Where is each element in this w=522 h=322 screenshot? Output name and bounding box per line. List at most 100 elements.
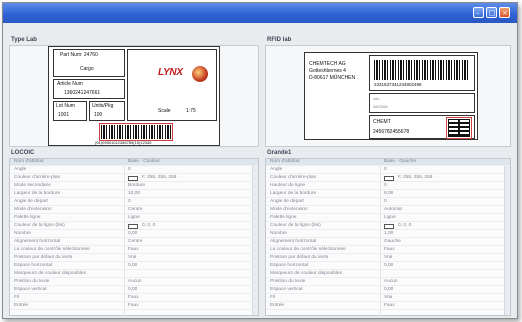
property-value[interactable]: Vrai	[384, 295, 392, 300]
color-swatch[interactable]	[128, 176, 138, 181]
property-row[interactable]: Nombre 1,00	[266, 231, 510, 238]
property-row[interactable]: Hauteur de ligne 0	[266, 183, 510, 190]
property-value[interactable]: 8,00	[384, 191, 393, 196]
property-row[interactable]: Nom d'attribut Base · Couleur	[10, 159, 258, 166]
logo-box: LYNX Scale 1:75	[127, 49, 217, 121]
property-row[interactable]: Couleur d'arrière-plan F, 255, 255, 255	[10, 175, 258, 182]
property-row[interactable]: Espace horizontal 0,00	[10, 263, 258, 270]
property-value[interactable]: Gauche	[384, 239, 401, 244]
property-row[interactable]: Fil Faux	[10, 295, 258, 302]
property-row[interactable]: Nom d'attribut Base · Gauche	[266, 159, 510, 166]
property-row[interactable]: Mode secondaire Bordure	[10, 183, 258, 190]
property-name: Espace horizontal	[14, 263, 53, 268]
property-row[interactable]: Entrée Faux	[266, 303, 510, 310]
property-value[interactable]: 10,00	[128, 191, 140, 196]
property-row[interactable]: Couleur de la ligne (bis) 0, 0, 0	[10, 223, 258, 230]
property-value[interactable]: 0	[384, 183, 387, 188]
property-value[interactable]: 0, 0, 0	[142, 223, 155, 228]
minimize-button[interactable]: –	[473, 7, 484, 18]
property-value[interactable]: Base · Gauche	[384, 159, 416, 164]
property-row[interactable]: Espace horizontal 0,00	[266, 263, 510, 270]
property-row[interactable]: Alignement horizontal Centre	[10, 239, 258, 246]
property-row[interactable]: Couleur d'arrière-plan F, 255, 255, 255	[266, 175, 510, 182]
property-row[interactable]: Marqueurs de couleur disponibles	[10, 271, 258, 278]
property-row[interactable]: Position par défaut du texte Vrai	[10, 255, 258, 262]
label-preview-2[interactable]: CHEMTECH AG Gotteshbernes 4 D-80617 MÜNC…	[304, 52, 478, 140]
color-swatch[interactable]	[384, 176, 394, 181]
property-row[interactable]: Angle de départ 0	[10, 199, 258, 206]
property-value[interactable]: 0	[128, 167, 131, 172]
property-row[interactable]: Espace vertical 0,00	[10, 287, 258, 294]
property-value[interactable]: Base · Couleur	[128, 159, 160, 164]
property-value[interactable]: F, 255, 255, 255	[398, 175, 432, 180]
color-swatch[interactable]	[384, 224, 394, 229]
property-value[interactable]: Centre	[128, 207, 142, 212]
property-value[interactable]: Faux	[128, 247, 139, 252]
property-row[interactable]: La couleur de contrôle sélectionnée Faux	[10, 247, 258, 254]
property-value[interactable]: 0,00	[128, 263, 137, 268]
property-value[interactable]: 0	[384, 167, 387, 172]
property-value[interactable]: Aucun	[128, 279, 142, 284]
rfid-lab-title: RFID lab	[267, 37, 292, 43]
property-value[interactable]: F, 255, 255, 255	[142, 175, 176, 180]
property-value[interactable]: 0,00	[384, 263, 393, 268]
property-row[interactable]: Fil Vrai	[266, 295, 510, 302]
property-value[interactable]: Ligne	[384, 215, 396, 220]
property-name: Couleur de la ligne (bis)	[270, 223, 321, 228]
property-row[interactable]: Alignement horizontal Gauche	[266, 239, 510, 246]
property-value[interactable]: Vrai	[128, 255, 136, 260]
property-name: Largeur de la bordure	[14, 191, 61, 196]
property-value[interactable]: 0,00	[128, 231, 137, 236]
property-row[interactable]: Nombre 0,00	[10, 231, 258, 238]
close-button[interactable]: ×	[499, 7, 510, 18]
label-preview-1[interactable]: Part Num: 24760 Cargo Article Num 136024…	[48, 46, 220, 146]
property-row[interactable]: Espace vertical 0,00	[266, 287, 510, 294]
application-window: – □ × Type Lab Part Num: 24760 Cargo Art…	[2, 2, 518, 319]
left-property-grid: Nom d'attribut Base · Couleur Angle 0 Couleu…	[9, 158, 259, 317]
property-value[interactable]: Centre	[128, 239, 142, 244]
property-value[interactable]: Automat	[384, 207, 402, 212]
property-row[interactable]: La couleur de contrôle sélectionnée Faux	[266, 247, 510, 254]
lynx-logo-icon	[192, 66, 208, 82]
property-value[interactable]: 1,00	[384, 231, 393, 236]
title-bar: – □ ×	[3, 3, 517, 23]
right-props-title: Grande1	[267, 150, 292, 156]
info-line-1: info	[373, 96, 380, 101]
property-value[interactable]: 0, 0, 0	[398, 223, 411, 228]
property-value[interactable]: Ligne	[128, 215, 140, 220]
property-value[interactable]: Bordure	[128, 183, 145, 188]
property-row[interactable]: Entrée Faux	[10, 303, 258, 310]
property-row[interactable]: Position du texte Aucun	[266, 279, 510, 286]
color-swatch[interactable]	[128, 224, 138, 229]
property-value[interactable]: 0,00	[128, 287, 137, 292]
property-row[interactable]: Palette ligne Ligne	[10, 215, 258, 222]
property-row[interactable]: Palette ligne Ligne	[266, 215, 510, 222]
property-name: Marqueurs de couleur disponibles	[270, 271, 342, 276]
property-row[interactable]: Mode d'extension Centre	[10, 207, 258, 214]
property-row[interactable]: Couleur de la ligne (bis) 0, 0, 0	[266, 223, 510, 230]
property-row[interactable]: Position par défaut du texte Vrai	[266, 255, 510, 262]
rfid-lab-panel: CHEMTECH AG Gotteshbernes 4 D-80617 MÜNC…	[265, 45, 511, 147]
property-row[interactable]: Marqueurs de couleur disponibles	[266, 271, 510, 278]
property-row[interactable]: Angle de départ 0	[266, 199, 510, 206]
property-name: Couleur de la ligne (bis)	[14, 223, 65, 228]
property-value[interactable]: Faux	[384, 247, 395, 252]
property-row[interactable]: Position du texte Aucun	[10, 279, 258, 286]
property-value[interactable]: 0,00	[384, 287, 393, 292]
property-value[interactable]: Faux	[128, 295, 139, 300]
barcode-1-text: (01)09501012456789(10)12345	[95, 140, 152, 145]
property-row[interactable]: Angle 0	[266, 167, 510, 174]
property-value[interactable]: Faux	[384, 303, 395, 308]
property-row[interactable]: Angle 0	[10, 167, 258, 174]
property-value[interactable]: 0	[384, 199, 387, 204]
property-value[interactable]: Aucun	[384, 279, 398, 284]
property-value[interactable]: 0	[128, 199, 131, 204]
property-value[interactable]: Faux	[128, 303, 139, 308]
part-num-text: Part Num: 24760	[60, 52, 98, 58]
property-row[interactable]: Largeur de la bordure 8,00	[266, 191, 510, 198]
maximize-button[interactable]: □	[486, 7, 497, 18]
property-value[interactable]: Vrai	[384, 255, 392, 260]
property-row[interactable]: Largeur de la bordure 10,00	[10, 191, 258, 198]
property-row[interactable]: Mode d'extension Automat	[266, 207, 510, 214]
close-icon: ×	[502, 9, 508, 17]
